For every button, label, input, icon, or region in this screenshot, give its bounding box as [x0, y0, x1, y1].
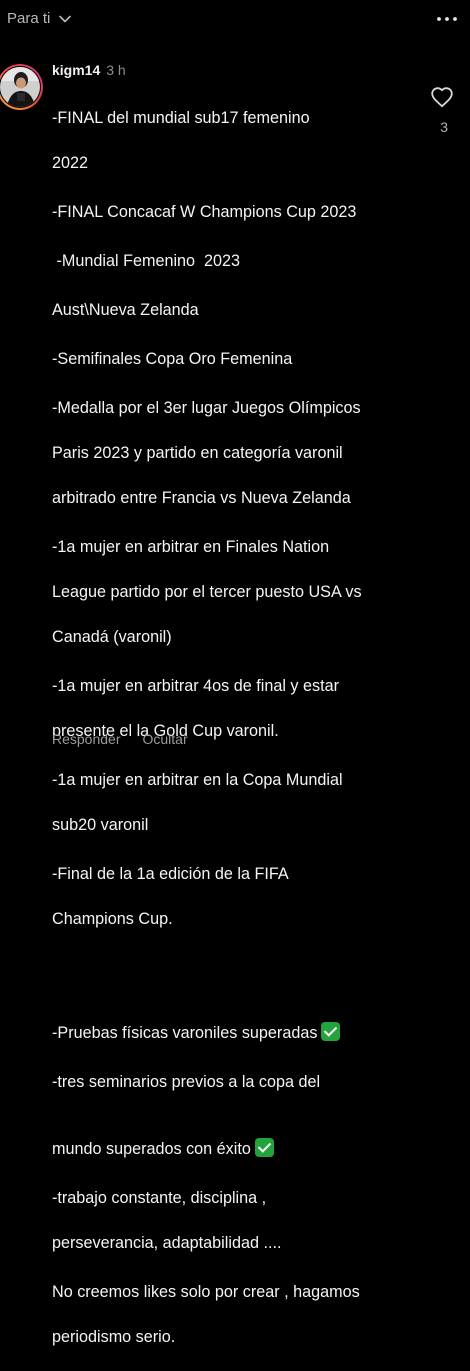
comment-line-with-check: -Pruebas físicas varoniles superadas — [52, 999, 420, 1044]
comment-line: -Final de la 1a edición de la FIFA — [52, 864, 289, 883]
comment-line: -1a mujer en arbitrar en la Copa Mundial — [52, 770, 343, 789]
username[interactable]: kigm14 — [52, 62, 100, 78]
avatar[interactable] — [0, 60, 44, 113]
comment-line: 2022 — [52, 153, 89, 172]
comment-line: perseverancia, adaptabilidad .... — [52, 1234, 282, 1252]
feed-selector[interactable]: Para ti — [7, 10, 72, 27]
comment-line: -FINAL del mundial sub17 femenino — [52, 108, 310, 127]
comment-line: Aust\Nueva Zelanda — [52, 300, 199, 319]
comment-line: Canadá (varonil) — [52, 627, 172, 646]
comment-line: -1a mujer en arbitrar 4os de final y est… — [52, 676, 340, 695]
comment-line: -tres seminarios previos a la copa del — [52, 1072, 321, 1091]
comment-line: periodismo serio. — [52, 1328, 176, 1346]
comment-line: arbitrado entre Francia vs Nueva Zelanda — [52, 488, 351, 507]
comment-line: -Medalla por el 3er lugar Juegos Olímpic… — [52, 398, 361, 417]
comment-line: -trabajo constante, disciplina , — [52, 1189, 267, 1207]
comment-line: -1a mujer en arbitrar en Finales Nation — [52, 537, 330, 556]
comment-text: -FINAL del mundial sub17 femenino 2022 -… — [52, 84, 420, 1371]
top-bar: Para ti — [0, 0, 470, 42]
like-count: 3 — [440, 119, 448, 135]
comment-line: -Mundial Femenino 2023 — [52, 251, 241, 270]
hide-button[interactable]: Ocultar — [143, 731, 188, 747]
comment-header: kigm14 3 h — [52, 62, 126, 78]
comment-line: Paris 2023 y partido en categoría varoni… — [52, 443, 343, 462]
comment-line: League partido por el tercer puesto USA … — [52, 582, 362, 601]
comment-line-blank — [52, 953, 420, 975]
comment-line-with-check: mundo superados con éxito — [52, 1116, 420, 1161]
heart-icon[interactable] — [430, 86, 454, 108]
feed-label: Para ti — [7, 10, 51, 27]
comment-line: Champions Cup. — [52, 909, 173, 928]
chevron-down-icon — [59, 15, 72, 22]
comment-line: -Pruebas físicas varoniles superadas — [52, 1023, 318, 1042]
comment-line: No creemos likes solo por crear , hagamo… — [52, 1283, 360, 1301]
comment-line: -Semifinales Copa Oro Femenina — [52, 349, 293, 368]
timestamp: 3 h — [106, 62, 126, 78]
comment-line: sub20 varonil — [52, 815, 149, 834]
comment-line: -FINAL Concacaf W Champions Cup 2023 — [52, 202, 357, 221]
more-dots-icon[interactable] — [436, 12, 458, 26]
reply-button[interactable]: Responder — [52, 731, 121, 747]
comment-actions: Responder Ocultar — [52, 731, 188, 747]
comment-line: mundo superados con éxito — [52, 1140, 251, 1158]
check-mark-emoji-icon — [321, 1021, 341, 1041]
check-mark-emoji-icon — [254, 1138, 274, 1157]
